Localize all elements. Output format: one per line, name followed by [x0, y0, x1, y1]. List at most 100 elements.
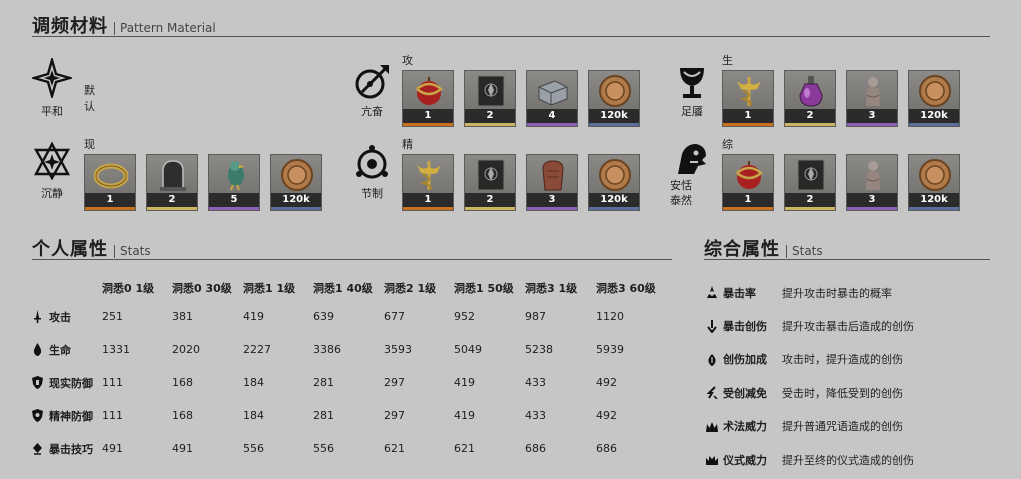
material-slot[interactable]: 120k	[908, 154, 960, 211]
stats-section-divider	[32, 259, 672, 260]
material-count: 3	[527, 193, 577, 207]
dark-tome-icon	[471, 159, 511, 191]
table-cell: 297	[384, 376, 405, 389]
attribute-name: 术法威力	[723, 420, 767, 434]
table-cell: 184	[243, 409, 264, 422]
row-header: 生命	[32, 342, 102, 358]
table-cell: 297	[384, 409, 405, 422]
table-cell: 556	[313, 442, 334, 455]
bronze-coin-icon	[915, 159, 955, 191]
dark-tome-icon	[471, 75, 511, 107]
table-cell: 2020	[172, 343, 200, 356]
table-cell: 2227	[243, 343, 271, 356]
material-slot[interactable]: 1	[402, 154, 454, 211]
mode-name: 节制	[361, 187, 383, 200]
material-slot[interactable]: 3	[846, 154, 898, 211]
metal-brick-icon	[533, 75, 573, 107]
material-list: 1 2 3 120k	[402, 154, 640, 211]
table-cell: 492	[596, 376, 617, 389]
column-header: 洞悉3 60级	[596, 282, 656, 295]
column-header: 洞悉3 1级	[525, 282, 578, 295]
table-cell: 433	[525, 376, 546, 389]
lion-head-icon	[672, 140, 712, 180]
stone-statue-icon	[853, 159, 893, 191]
bronze-coin-icon	[915, 75, 955, 107]
reality-shield-icon	[32, 376, 43, 389]
quality-bar	[465, 123, 515, 126]
ritual-power-icon	[706, 456, 718, 466]
table-cell: 111	[102, 409, 123, 422]
row-header: 精神防御	[32, 408, 102, 424]
material-slot[interactable]: 120k	[270, 154, 322, 211]
quality-bar	[271, 207, 321, 210]
material-slot[interactable]: 120k	[588, 154, 640, 211]
aggregate-section-subtitle: Stats	[786, 245, 823, 258]
golden-caduceus-icon	[729, 75, 769, 107]
bronze-coin-icon	[595, 75, 635, 107]
list-item: 暴击率 提升攻击时暴击的概率	[706, 276, 914, 309]
column-header: 洞悉1 50级	[454, 282, 514, 295]
attribute-name: 受创减免	[723, 386, 767, 400]
table-cell: 492	[596, 409, 617, 422]
material-slot[interactable]: 2	[784, 154, 836, 211]
chalice-icon	[672, 62, 712, 102]
material-slot[interactable]: 1	[722, 154, 774, 211]
attribute-description: 提升攻击时暴击的概率	[782, 286, 892, 300]
aggregate-section-divider	[704, 259, 990, 260]
aggregate-section-title: 综合属性	[704, 239, 780, 260]
quality-bar	[527, 123, 577, 126]
material-slot[interactable]: 3	[526, 154, 578, 211]
material-count: 120k	[589, 193, 639, 207]
material-slot[interactable]: 1	[722, 70, 774, 127]
material-slot[interactable]: 2	[146, 154, 198, 211]
material-slot[interactable]: 2	[784, 70, 836, 127]
mode-name: 沉静	[41, 187, 63, 200]
aggregate-list: 暴击率 提升攻击时暴击的概率 暴击创伤 提升攻击暴击后造成的创伤 创伤加成 攻击…	[706, 276, 914, 476]
row-label: 攻击	[49, 310, 71, 324]
table-cell: 381	[172, 310, 193, 323]
material-slot[interactable]: 4	[526, 70, 578, 127]
material-slot[interactable]: 2	[464, 154, 516, 211]
material-slot[interactable]: 5	[208, 154, 260, 211]
material-slot[interactable]: 120k	[588, 70, 640, 127]
column-header: 洞悉2 1级	[384, 282, 437, 295]
material-count: 2	[465, 193, 515, 207]
quality-bar	[147, 207, 197, 210]
material-list: 1 2 4 120k	[402, 70, 640, 127]
attribute-name: 暴击创伤	[723, 320, 767, 334]
stats-section-subtitle: Stats	[114, 245, 151, 258]
material-count: 1	[723, 193, 773, 207]
triangle-star-icon	[32, 140, 72, 181]
material-slot[interactable]: 1	[402, 70, 454, 127]
crit-rate-icon	[707, 286, 717, 299]
red-apple-serpent-icon	[729, 159, 769, 191]
table-cell: 987	[525, 310, 546, 323]
quality-bar	[785, 207, 835, 210]
table-cell: 686	[525, 442, 546, 455]
material-slot[interactable]: 120k	[908, 70, 960, 127]
material-count: 1	[723, 109, 773, 123]
material-count: 3	[847, 109, 897, 123]
list-item: 仪式威力 提升至终的仪式造成的创伤	[706, 443, 914, 476]
attack-dagger-icon	[34, 310, 41, 323]
life-drop-icon	[33, 343, 42, 356]
row-header: 暴击技巧	[32, 441, 102, 457]
quality-bar	[527, 207, 577, 210]
material-slot[interactable]: 2	[464, 70, 516, 127]
orbit-circle-icon	[352, 144, 392, 184]
table-cell: 3593	[384, 343, 412, 356]
pattern-section-header: 调频材料 Pattern Material	[32, 12, 216, 38]
quality-bar	[847, 207, 897, 210]
red-apple-serpent-icon	[409, 75, 449, 107]
purple-potion-icon	[791, 75, 831, 107]
table-cell: 639	[313, 310, 334, 323]
pattern-section-title: 调频材料	[32, 16, 108, 37]
mental-shield-icon	[32, 409, 43, 422]
material-slot[interactable]: 1	[84, 154, 136, 211]
clay-figure-icon	[533, 159, 573, 191]
row-label: 暴击技巧	[49, 442, 93, 456]
material-slot[interactable]: 3	[846, 70, 898, 127]
golden-caduceus-icon	[409, 159, 449, 191]
table-cell: 686	[596, 442, 617, 455]
list-item: 术法威力 提升普通咒语造成的创伤	[706, 410, 914, 443]
